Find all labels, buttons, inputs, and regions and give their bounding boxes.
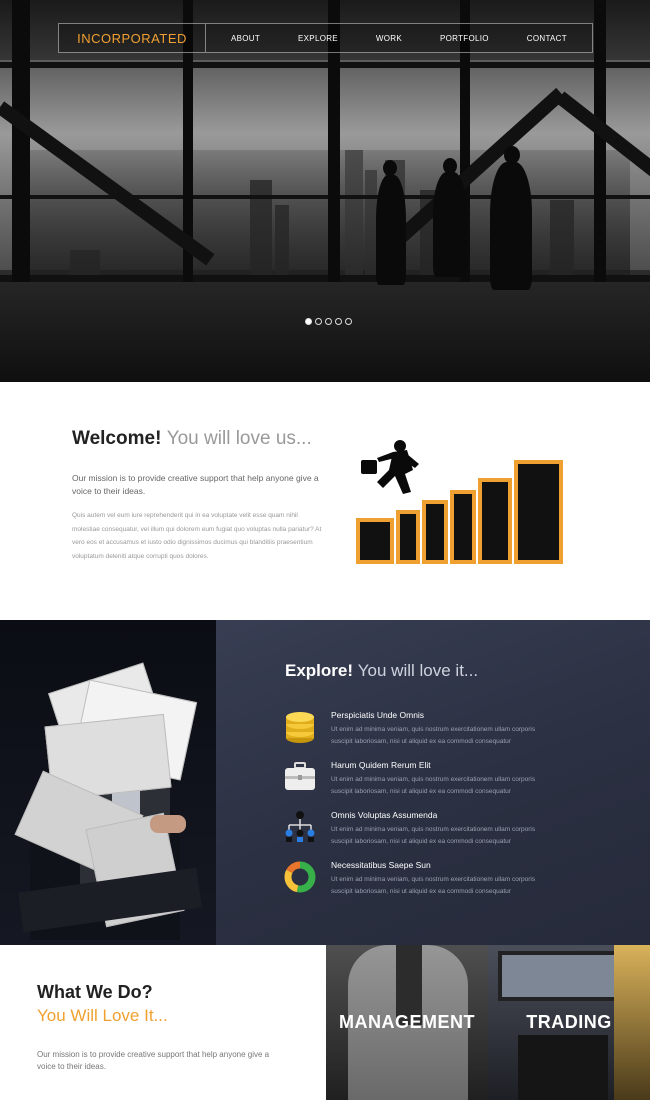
explore-title: Explore! You will love it... <box>285 661 478 681</box>
main-menu: ABOUT EXPLORE WORK PORTFOLIO CONTACT <box>206 34 592 43</box>
welcome-title: Welcome! You will love us... <box>72 428 312 450</box>
nav-work[interactable]: WORK <box>376 34 402 43</box>
hero-slider: INCORPORATED ABOUT EXPLORE WORK PORTFOLI… <box>0 0 650 382</box>
photo-hand <box>150 815 186 833</box>
feature-item: Perspiciatis Unde Omnis Ut enim ad minim… <box>283 710 583 754</box>
slider-dot[interactable] <box>315 318 322 325</box>
org-chart-icon <box>285 811 315 842</box>
what-subtitle: You Will Love It... <box>37 1006 168 1025</box>
nav-contact[interactable]: CONTACT <box>527 34 567 43</box>
tile-photo-lamp <box>614 945 650 1100</box>
silhouette-person <box>376 175 406 285</box>
tile-trading[interactable]: TRADING <box>488 945 650 1100</box>
donut-chart-icon <box>284 861 316 893</box>
explore-photo <box>0 620 216 945</box>
nav-portfolio[interactable]: PORTFOLIO <box>440 34 489 43</box>
explore-section: Explore! You will love it... Perspiciati… <box>0 620 650 945</box>
welcome-title-light: You will love us... <box>166 428 312 449</box>
tile-management[interactable]: MANAGEMENT <box>326 945 488 1100</box>
silhouette-person <box>490 162 532 290</box>
tile-photo-people <box>518 1035 608 1100</box>
feature-text: Ut enim ad minima veniam, quis nostrum e… <box>331 726 536 745</box>
slider-dot[interactable] <box>345 318 352 325</box>
window-frame <box>0 62 650 68</box>
feature-title: Necessitatibus Saepe Sun <box>331 860 431 870</box>
coins-icon <box>286 712 314 743</box>
nav-about[interactable]: ABOUT <box>231 34 260 43</box>
top-navbar: INCORPORATED ABOUT EXPLORE WORK PORTFOLI… <box>58 23 593 53</box>
site-logo[interactable]: INCORPORATED <box>59 24 206 52</box>
feature-title: Harum Quidem Rerum Elit <box>331 760 431 770</box>
welcome-title-bold: Welcome! <box>72 428 162 449</box>
explore-title-bold: Explore! <box>285 661 354 680</box>
tile-label: MANAGEMENT <box>339 1012 475 1032</box>
what-we-do-section: What We Do? You Will Love It... Our miss… <box>0 945 650 1100</box>
what-text: Our mission is to provide creative suppo… <box>37 1050 270 1071</box>
feature-text: Ut enim ad minima veniam, quis nostrum e… <box>331 826 536 845</box>
slider-dots <box>305 318 352 325</box>
feature-text: Ut enim ad minima veniam, quis nostrum e… <box>331 776 536 795</box>
nav-explore[interactable]: EXPLORE <box>298 34 338 43</box>
window-rail <box>0 195 650 199</box>
feature-title: Perspiciatis Unde Omnis <box>331 710 425 720</box>
welcome-lead: Our mission is to provide creative suppo… <box>72 473 319 496</box>
welcome-section: Welcome! You will love us... Our mission… <box>0 382 650 620</box>
tile-label: TRADING <box>526 1012 612 1032</box>
slider-dot[interactable] <box>325 318 332 325</box>
running-businessman-icon <box>361 440 419 494</box>
feature-item: Harum Quidem Rerum Elit Ut enim ad minim… <box>283 760 583 804</box>
slider-dot[interactable] <box>335 318 342 325</box>
window-column <box>594 0 606 290</box>
slider-dot[interactable] <box>305 318 312 325</box>
business-stairs-illustration <box>356 440 563 564</box>
welcome-body: Quis autem vel eum iure reprehenderit qu… <box>72 512 322 560</box>
briefcase-icon <box>285 762 315 790</box>
hero-floor <box>0 282 650 382</box>
feature-title: Omnis Voluptas Assumenda <box>331 810 438 820</box>
tile-photo-window <box>498 951 618 1001</box>
window-column <box>12 0 30 290</box>
what-title: What We Do? <box>37 982 153 1002</box>
explore-title-light: You will love it... <box>357 661 479 680</box>
feature-item: Necessitatibus Saepe Sun Ut enim ad mini… <box>283 860 583 904</box>
silhouette-head <box>383 160 397 176</box>
feature-text: Ut enim ad minima veniam, quis nostrum e… <box>331 876 536 895</box>
silhouette-person <box>433 172 467 277</box>
feature-item: Omnis Voluptas Assumenda Ut enim ad mini… <box>283 810 583 854</box>
